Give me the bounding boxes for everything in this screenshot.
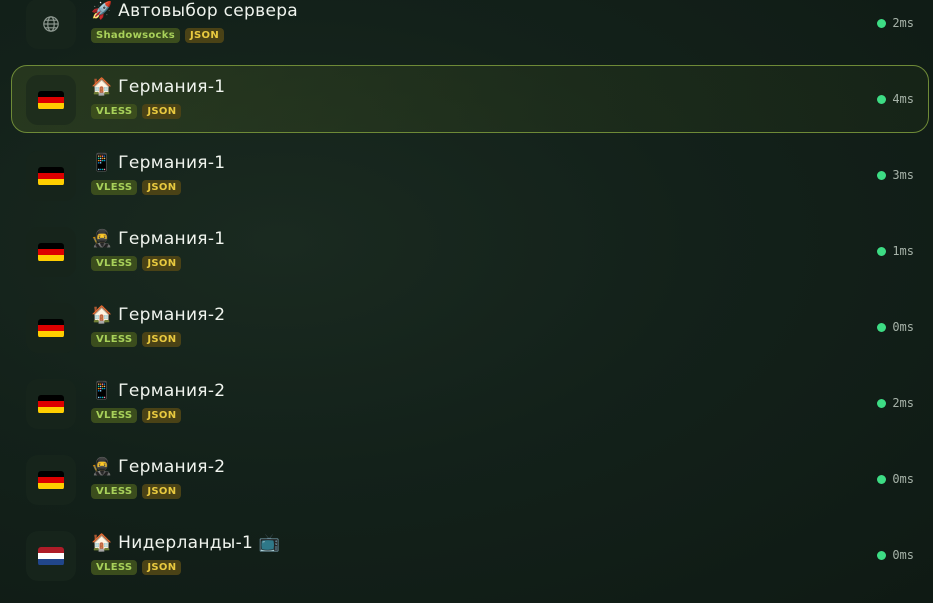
ping-indicator: 0ms: [877, 548, 914, 562]
ping-value: 2ms: [892, 16, 914, 30]
status-dot-icon: [877, 550, 887, 560]
server-item-germany-1-home[interactable]: 🏠 Германия-1 VLESS JSON 4ms: [11, 65, 929, 133]
ping-value: 1ms: [892, 244, 914, 258]
server-item-germany-2-ninja[interactable]: 🥷 Германия-2 VLESS JSON 0ms: [11, 445, 929, 513]
status-dot-icon: [877, 474, 887, 484]
format-badge: JSON: [142, 180, 182, 195]
format-badge: JSON: [142, 408, 182, 423]
server-list: 🚀 Автовыбор сервера Shadowsocks JSON 2ms…: [0, 0, 933, 597]
ping-value: 2ms: [892, 396, 914, 410]
format-badge: JSON: [142, 256, 182, 271]
status-dot-icon: [877, 246, 887, 256]
server-name: 📱 Германия-1: [91, 153, 226, 173]
status-dot-icon: [877, 398, 887, 408]
server-item-netherlands-1-home[interactable]: 🏠 Нидерланды-1 📺 VLESS JSON 0ms: [11, 521, 929, 589]
ping-indicator: 0ms: [877, 472, 914, 486]
ping-indicator: 4ms: [877, 92, 914, 106]
ping-value: 3ms: [892, 168, 914, 182]
format-badge: JSON: [142, 332, 182, 347]
flag-de-icon: [26, 455, 76, 505]
server-item-germany-2-mobile[interactable]: 📱 Германия-2 VLESS JSON 2ms: [11, 369, 929, 437]
flag-de-icon: [26, 379, 76, 429]
server-name: 🏠 Германия-1: [91, 77, 226, 97]
protocol-badge: VLESS: [91, 560, 138, 575]
protocol-badge: VLESS: [91, 180, 138, 195]
protocol-badge: Shadowsocks: [91, 28, 180, 43]
protocol-badge: VLESS: [91, 256, 138, 271]
server-item-auto-select[interactable]: 🚀 Автовыбор сервера Shadowsocks JSON 2ms: [11, 0, 929, 57]
protocol-badge: VLESS: [91, 332, 138, 347]
protocol-badge: VLESS: [91, 408, 138, 423]
server-name: 🚀 Автовыбор сервера: [91, 1, 299, 21]
protocol-badge: VLESS: [91, 104, 138, 119]
server-item-germany-1-ninja[interactable]: 🥷 Германия-1 VLESS JSON 1ms: [11, 217, 929, 285]
flag-nl-icon: [26, 531, 76, 581]
server-name: 🥷 Германия-1: [91, 229, 226, 249]
format-badge: JSON: [185, 28, 224, 43]
ping-indicator: 1ms: [877, 244, 914, 258]
status-dot-icon: [877, 94, 887, 104]
protocol-badge: VLESS: [91, 484, 138, 499]
ping-indicator: 3ms: [877, 168, 914, 182]
flag-de-icon: [26, 303, 76, 353]
server-name: 🏠 Нидерланды-1 📺: [91, 533, 281, 553]
ping-indicator: 2ms: [877, 396, 914, 410]
globe-icon: [26, 0, 76, 49]
flag-de-icon: [26, 75, 76, 125]
server-item-germany-2-home[interactable]: 🏠 Германия-2 VLESS JSON 0ms: [11, 293, 929, 361]
format-badge: JSON: [142, 560, 182, 575]
server-name: 🥷 Германия-2: [91, 457, 226, 477]
format-badge: JSON: [142, 104, 182, 119]
ping-value: 0ms: [892, 472, 914, 486]
server-item-germany-1-mobile[interactable]: 📱 Германия-1 VLESS JSON 3ms: [11, 141, 929, 209]
ping-value: 0ms: [892, 320, 914, 334]
flag-de-icon: [26, 227, 76, 277]
ping-indicator: 2ms: [877, 16, 914, 30]
status-dot-icon: [877, 18, 887, 28]
ping-value: 0ms: [892, 548, 914, 562]
ping-value: 4ms: [892, 92, 914, 106]
status-dot-icon: [877, 170, 887, 180]
server-name: 🏠 Германия-2: [91, 305, 226, 325]
format-badge: JSON: [142, 484, 182, 499]
flag-de-icon: [26, 151, 76, 201]
status-dot-icon: [877, 322, 887, 332]
server-name: 📱 Германия-2: [91, 381, 226, 401]
ping-indicator: 0ms: [877, 320, 914, 334]
